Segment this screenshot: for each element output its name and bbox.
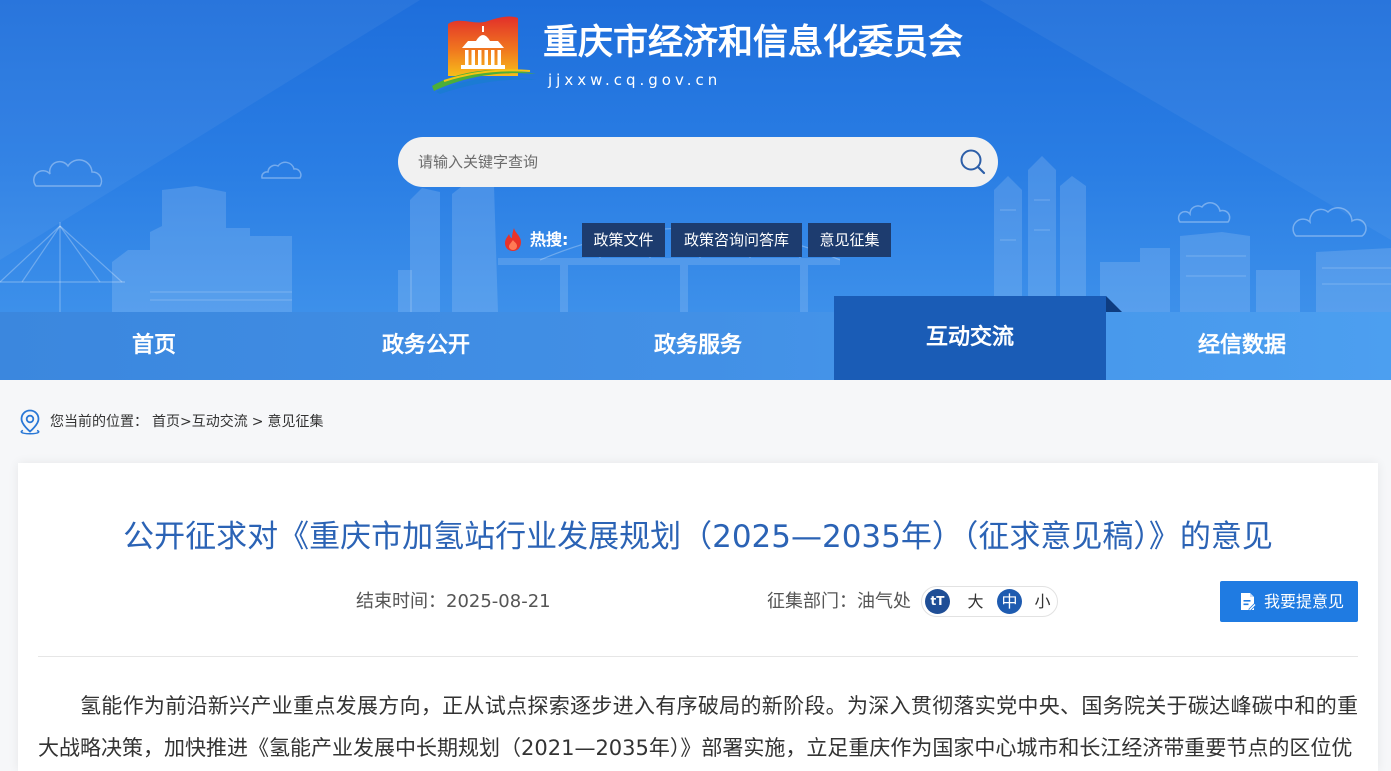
submit-opinion-label: 我要提意见 (1264, 592, 1345, 611)
font-size-medium[interactable]: 中 (997, 589, 1022, 614)
site-title: 重庆市经济和信息化委员会 (543, 23, 964, 63)
department-label: 征集部门： (767, 591, 857, 612)
breadcrumb-interaction[interactable]: 互动交流 (192, 414, 248, 430)
nav-item-government-services[interactable]: 政务服务 (562, 312, 834, 380)
end-time-label: 结束时间： (356, 591, 446, 612)
site-logo[interactable] (432, 14, 536, 94)
search-input[interactable] (398, 137, 938, 187)
search-icon[interactable] (959, 148, 987, 176)
font-size-small[interactable]: 小 (1030, 589, 1055, 614)
location-pin-icon (19, 409, 41, 435)
breadcrumb: 您当前的位置： 首页>互动交流 > 意见征集 (50, 413, 323, 431)
article-card: 公开征求对《重庆市加氢站行业发展规划（2025—2035年）（征求意见稿）》的意… (18, 463, 1378, 771)
hot-tag-policy-qa[interactable]: 政策咨询问答库 (671, 223, 802, 257)
main-nav: 首页 政务公开 政务服务 互动交流 经信数据 (0, 296, 1391, 380)
site-header: 重庆市经济和信息化委员会 jjxxw.cq.gov.cn 热搜: 政策文件 政策… (0, 0, 1391, 312)
nav-active-fold (1106, 296, 1122, 312)
article-title: 公开征求对《重庆市加氢站行业发展规划（2025—2035年）（征求意见稿）》的意… (123, 519, 1273, 555)
font-size-large[interactable]: 大 (963, 589, 988, 614)
font-size-icon: tT (925, 589, 950, 614)
search-bar (398, 137, 998, 187)
page: 重庆市经济和信息化委员会 jjxxw.cq.gov.cn 热搜: 政策文件 政策… (0, 0, 1391, 771)
submit-opinion-button[interactable]: 我要提意见 (1220, 581, 1358, 622)
breadcrumb-separator: > (251, 414, 264, 430)
document-edit-icon (1240, 592, 1257, 611)
nav-item-government-affairs[interactable]: 政务公开 (290, 312, 562, 380)
hot-tag-policy-documents[interactable]: 政策文件 (582, 223, 665, 257)
breadcrumb-home[interactable]: 首页 (152, 414, 180, 430)
department: 征集部门：油气处 (767, 591, 911, 613)
breadcrumb-current[interactable]: 意见征集 (267, 414, 323, 430)
end-time-value: 2025-08-21 (446, 591, 551, 612)
font-size-switcher: tT 大 中 小 (921, 586, 1058, 617)
article-paragraph: 氢能作为前沿新兴产业重点发展方向，正从试点探索逐步进入有序破局的新阶段。为深入贯… (38, 694, 1358, 760)
site-domain: jjxxw.cq.gov.cn (548, 71, 722, 89)
divider (38, 656, 1358, 657)
hot-tag-opinion-collection[interactable]: 意见征集 (808, 223, 891, 257)
breadcrumb-label: 您当前的位置： (50, 414, 148, 430)
department-value: 油气处 (857, 591, 911, 612)
nav-item-interaction[interactable]: 互动交流 (834, 296, 1106, 380)
nav-item-home[interactable]: 首页 (18, 312, 290, 380)
hot-search-label: 热搜: (530, 230, 569, 249)
breadcrumb-separator: > (180, 414, 192, 430)
end-time: 结束时间：2025-08-21 (356, 591, 551, 613)
nav-item-data[interactable]: 经信数据 (1106, 312, 1378, 380)
flame-icon (503, 228, 523, 251)
